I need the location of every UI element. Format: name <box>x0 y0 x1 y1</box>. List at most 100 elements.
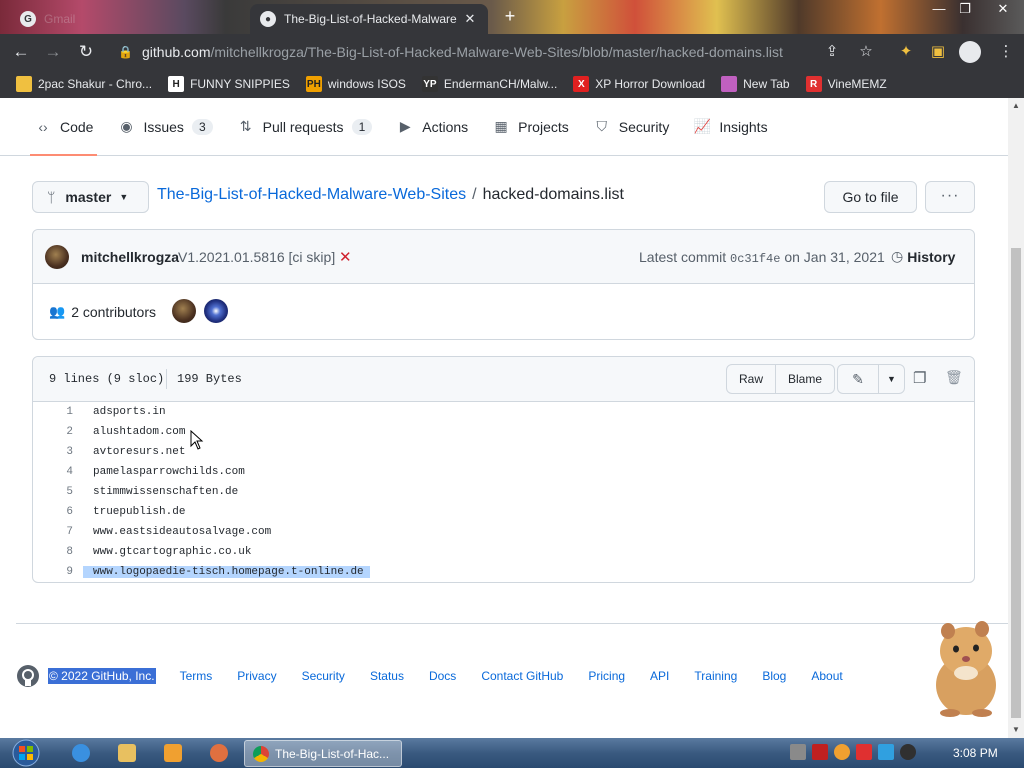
bookmark-item[interactable]: X XP Horror Download <box>573 76 705 92</box>
contributors-link[interactable]: 👥 2 contributors <box>49 304 156 320</box>
new-tab-button[interactable]: + <box>500 6 520 26</box>
tab-insights[interactable]: 📈 Insights <box>693 98 779 156</box>
latest-commit-label: Latest commit <box>639 249 727 265</box>
menu-icon[interactable]: ⋮ <box>996 42 1016 62</box>
author-avatar[interactable] <box>45 245 69 269</box>
bookmark-item[interactable]: PH windows ISOS <box>305 76 406 92</box>
breadcrumb-repo-link[interactable]: The-Big-List-of-Hacked-Malware-Web-Sites <box>157 186 466 203</box>
footer-link-blog[interactable]: Blog <box>762 669 786 683</box>
sidebar-icon[interactable]: ▣ <box>928 42 948 62</box>
github-logo-icon[interactable] <box>16 664 40 688</box>
address-bar[interactable]: 🔒 github.com/mitchellkrogza/The-Big-List… <box>108 38 808 66</box>
commit-box: mitchellkrogza V1.2021.01.5816 [ci skip]… <box>32 229 975 340</box>
blame-button[interactable]: Blame <box>775 365 834 393</box>
branch-selector[interactable]: ᛘ master ▼ <box>32 181 149 213</box>
paint-icon[interactable] <box>210 744 228 762</box>
line-content: pamelasparrowchilds.com <box>93 466 245 478</box>
line-number[interactable]: 9 <box>33 566 83 578</box>
pencil-icon[interactable]: ✎ <box>838 365 878 393</box>
graph-icon: 📈 <box>693 118 712 134</box>
bookmark-item[interactable]: YP EndermanCH/Malw... <box>421 76 557 92</box>
footer-link-contact-github[interactable]: Contact GitHub <box>481 669 563 683</box>
tab-security[interactable]: ⛉ Security <box>593 98 682 156</box>
contributor-avatar[interactable] <box>204 299 228 323</box>
tab-issues[interactable]: ◉ Issues 3 <box>117 98 224 156</box>
tray-v-icon[interactable] <box>812 744 828 760</box>
share-icon[interactable]: ⇪ <box>822 42 842 62</box>
tab-actions[interactable]: ▶ Actions <box>396 98 480 156</box>
explorer-folder-icon[interactable] <box>118 744 136 762</box>
url-path: /mitchellkrogza/The-Big-List-of-Hacked-M… <box>210 44 783 60</box>
commit-message[interactable]: V1.2021.01.5816 [ci skip] <box>178 249 335 265</box>
copyright: © 2022 GitHub, Inc. <box>48 668 156 684</box>
internet-explorer-icon[interactable] <box>72 744 90 762</box>
tray-volume-icon[interactable] <box>900 744 916 760</box>
raw-button[interactable]: Raw <box>727 365 775 393</box>
footer-link-api[interactable]: API <box>650 669 669 683</box>
more-options-button[interactable]: ··· <box>925 181 975 213</box>
line-number[interactable]: 3 <box>33 446 83 458</box>
bookmark-star-icon[interactable]: ☆ <box>856 42 876 62</box>
footer-link-terms[interactable]: Terms <box>180 669 213 683</box>
bookmark-item[interactable]: 2pac Shakur - Chro... <box>16 76 152 92</box>
footer-link-pricing[interactable]: Pricing <box>588 669 625 683</box>
page-scrollbar[interactable]: ▲ ▼ <box>1008 98 1024 738</box>
tab-github[interactable]: ● The-Big-List-of-Hacked-Malware ✕ <box>250 4 488 34</box>
tray-app-icon[interactable] <box>790 744 806 760</box>
reload-icon[interactable]: ↻ <box>75 41 97 63</box>
line-number[interactable]: 1 <box>33 406 83 418</box>
copy-icon[interactable]: ❐ <box>913 369 931 389</box>
scroll-up-icon[interactable]: ▲ <box>1008 98 1024 114</box>
tab-title: The-Big-List-of-Hacked-Malware <box>284 12 457 26</box>
line-number[interactable]: 6 <box>33 506 83 518</box>
footer-link-about[interactable]: About <box>811 669 842 683</box>
taskbar-chrome-task[interactable]: The-Big-List-of-Hac... <box>244 740 402 767</box>
code-line: 3 avtoresurs.net <box>33 442 974 462</box>
history-link[interactable]: ◷ History <box>891 248 955 265</box>
commit-sha-link[interactable]: 0c31f4e <box>730 252 780 266</box>
line-number[interactable]: 8 <box>33 546 83 558</box>
media-player-icon[interactable] <box>164 744 182 762</box>
tray-flag-icon[interactable] <box>856 744 872 760</box>
footer-link-docs[interactable]: Docs <box>429 669 456 683</box>
bookmark-item[interactable]: H FUNNY SNIPPIES <box>168 76 290 92</box>
tab-gmail[interactable]: G Gmail <box>8 4 248 34</box>
forward-icon[interactable]: → <box>42 41 64 63</box>
hamster-mascot-image <box>936 621 996 717</box>
back-icon[interactable]: ← <box>10 41 32 63</box>
tray-search-icon[interactable] <box>834 744 850 760</box>
bookmark-item[interactable]: New Tab <box>721 76 790 92</box>
start-button-icon[interactable] <box>6 738 46 768</box>
line-number[interactable]: 5 <box>33 486 83 498</box>
scrollbar-thumb[interactable] <box>1011 248 1021 718</box>
tab-projects[interactable]: ▦ Projects <box>492 98 581 156</box>
footer-divider <box>16 623 1008 624</box>
tab-pull-requests[interactable]: ⇅ Pull requests 1 <box>237 98 385 156</box>
tray-monitor-icon[interactable] <box>878 744 894 760</box>
footer-link-security[interactable]: Security <box>302 669 345 683</box>
line-number[interactable]: 7 <box>33 526 83 538</box>
lock-icon: 🔒 <box>118 45 133 59</box>
commit-author-link[interactable]: mitchellkrogza <box>81 249 179 265</box>
footer-link-privacy[interactable]: Privacy <box>237 669 276 683</box>
trash-icon[interactable]: 🗑 <box>945 369 963 389</box>
extensions-icon[interactable]: ✦ <box>896 42 916 62</box>
footer-link-status[interactable]: Status <box>370 669 404 683</box>
tab-code[interactable]: ‹› Code <box>29 98 105 156</box>
breadcrumb-separator: / <box>472 186 477 203</box>
taskbar-clock[interactable]: 3:08 PM <box>953 746 998 760</box>
line-number[interactable]: 2 <box>33 426 83 438</box>
maximize-icon[interactable]: ❐ <box>952 0 978 20</box>
edit-dropdown-icon[interactable]: ▼ <box>878 365 904 393</box>
footer-link-training[interactable]: Training <box>694 669 737 683</box>
commit-status-failed-icon[interactable]: ✕ <box>339 248 352 266</box>
profile-avatar[interactable] <box>959 41 981 63</box>
go-to-file-button[interactable]: Go to file <box>824 181 917 213</box>
close-window-icon[interactable]: ✕ <box>990 0 1016 20</box>
contributor-avatar[interactable] <box>172 299 196 323</box>
close-tab-icon[interactable]: ✕ <box>462 11 478 27</box>
bookmark-item[interactable]: R VineMEMZ <box>805 76 887 92</box>
scroll-down-icon[interactable]: ▼ <box>1008 722 1024 738</box>
line-number[interactable]: 4 <box>33 466 83 478</box>
minimize-icon[interactable]: — <box>926 0 952 20</box>
